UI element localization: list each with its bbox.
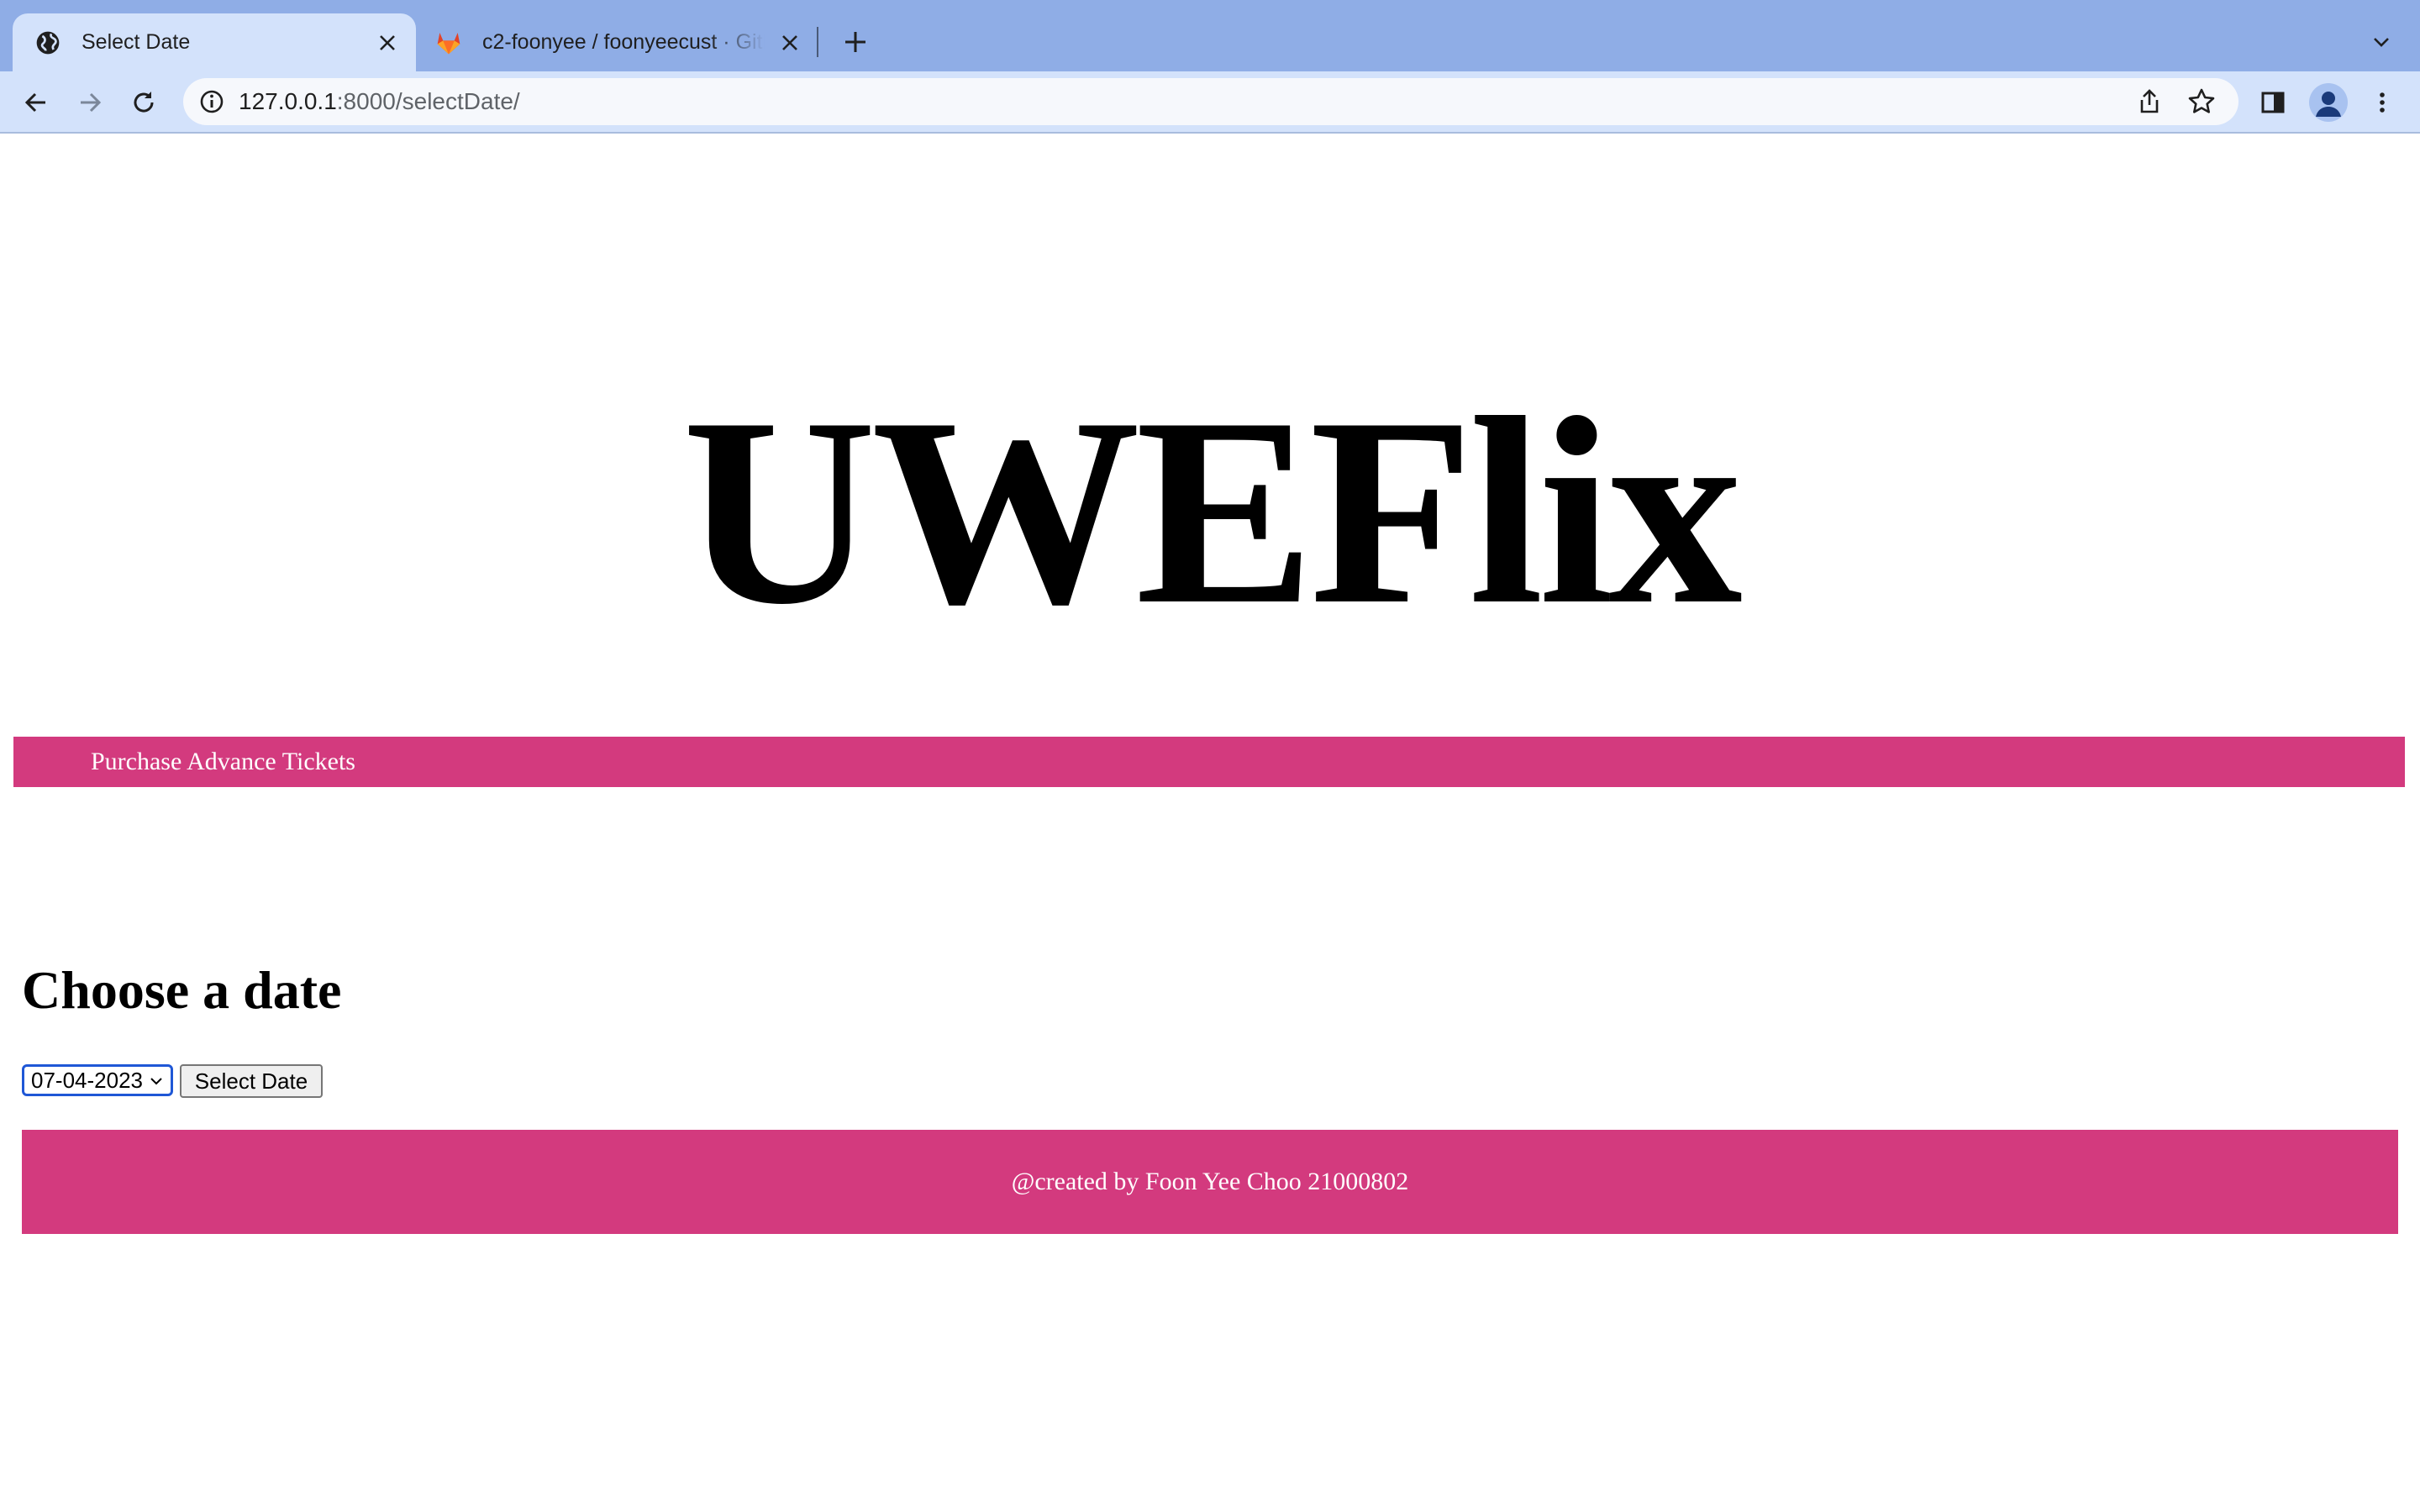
star-icon[interactable] — [2186, 87, 2217, 117]
avatar[interactable] — [2309, 83, 2348, 122]
arrow-left-icon — [24, 92, 45, 113]
page-content: UWEFlix Purchase Advance Tickets Choose … — [0, 134, 2420, 1512]
url-text[interactable]: 127.0.0.1:8000/selectDate/ — [239, 88, 520, 115]
page-title: Choose a date — [22, 960, 342, 1020]
tab-title: Select Date — [82, 30, 191, 54]
address-bar[interactable]: 127.0.0.1:8000/selectDate/ — [183, 78, 2238, 125]
tab-search-button[interactable] — [2365, 25, 2398, 59]
forward-button[interactable] — [72, 85, 108, 120]
share-icon[interactable] — [2134, 87, 2165, 117]
footer-credit: @created by Foon Yee Choo 21000802 — [1011, 1168, 1409, 1195]
browser-toolbar: 127.0.0.1:8000/selectDate/ — [0, 71, 2420, 134]
site-footer: @created by Foon Yee Choo 21000802 — [22, 1130, 2398, 1234]
globe-icon — [36, 31, 60, 54]
info-icon[interactable] — [198, 88, 225, 115]
back-button[interactable] — [18, 85, 54, 120]
date-form: 07-04-2023 Select Date — [22, 1064, 323, 1098]
side-panel-button[interactable] — [2255, 85, 2291, 120]
chevron-down-icon — [2374, 38, 2389, 47]
tab-divider — [817, 27, 818, 57]
browser-tabstrip: Select Date c2-foonyee / foonyeecust · G… — [0, 0, 2420, 71]
close-icon[interactable] — [371, 26, 404, 60]
side-panel-icon — [2261, 92, 2285, 113]
menu-button[interactable] — [2365, 85, 2400, 120]
tab-select-date[interactable]: Select Date — [13, 13, 416, 71]
close-icon[interactable] — [773, 26, 807, 60]
select-date-button[interactable]: Select Date — [180, 1064, 323, 1098]
profile-icon — [2316, 92, 2341, 117]
reload-icon — [134, 92, 154, 113]
site-navbar: Purchase Advance Tickets — [13, 737, 2405, 787]
reload-button[interactable] — [126, 85, 161, 120]
url-path: :8000/selectDate/ — [336, 88, 520, 114]
tab-gitlab[interactable]: c2-foonyee / foonyeecust · GitLab — [427, 13, 818, 71]
new-tab-button[interactable] — [837, 24, 874, 60]
gitlab-icon — [437, 32, 460, 54]
date-select-value: 07-04-2023 — [31, 1067, 143, 1093]
url-host: 127.0.0.1 — [239, 88, 337, 114]
plus-icon — [845, 32, 865, 52]
chevron-down-icon — [150, 1078, 162, 1085]
tab-title: c2-foonyee / foonyeecust · GitLab — [482, 30, 765, 54]
arrow-right-icon — [81, 92, 102, 113]
nav-purchase-advance-tickets[interactable]: Purchase Advance Tickets — [91, 748, 355, 776]
more-vert-icon — [2380, 92, 2385, 113]
date-select[interactable]: 07-04-2023 — [22, 1064, 173, 1096]
site-logo: UWEFlix — [682, 363, 1743, 660]
